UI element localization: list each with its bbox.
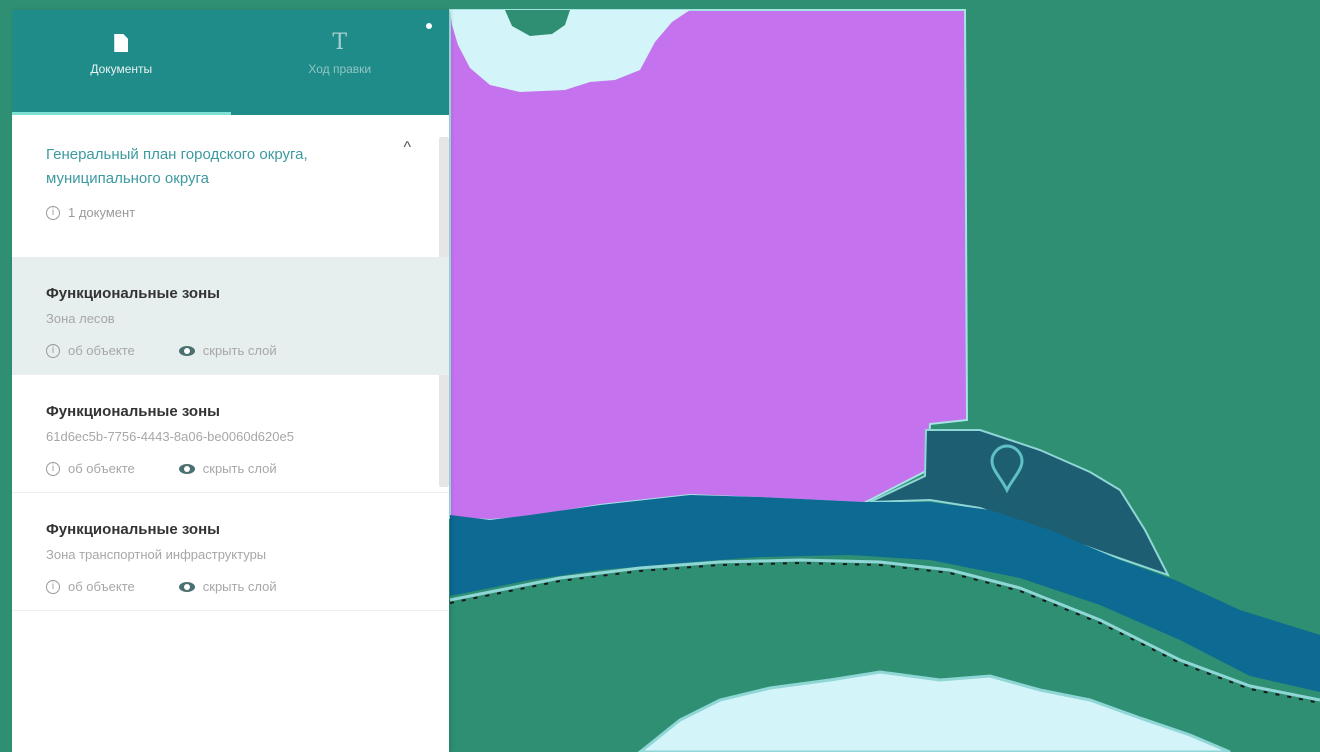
notification-dot-icon bbox=[423, 20, 435, 32]
document-info-label: 1 документ bbox=[68, 205, 136, 220]
info-icon: i bbox=[46, 343, 60, 358]
item-title: Функциональные зоны bbox=[46, 403, 220, 420]
hide-layer-button[interactable]: скрыть слой bbox=[178, 343, 277, 358]
about-object-label: об объекте bbox=[68, 579, 135, 594]
tab-documents-label: Документы bbox=[90, 62, 153, 76]
tab-text-label: Ход правки bbox=[308, 62, 372, 76]
hide-layer-label: скрыть слой bbox=[202, 579, 277, 594]
list-item[interactable]: Функциональные зоны 61d6ec5b-7756-4443-8… bbox=[12, 375, 449, 493]
tab-documents[interactable]: Документы bbox=[12, 10, 231, 115]
item-actions: i об объекте скрыть слой bbox=[46, 461, 399, 476]
eye-icon bbox=[178, 345, 195, 356]
sidebar-tabs: Документы T Ход правки bbox=[12, 10, 449, 115]
item-subtitle: Зона транспортной инфраструктуры bbox=[46, 547, 267, 562]
document-title[interactable]: Генеральный план городского округа, муни… bbox=[46, 143, 346, 191]
hide-layer-label: скрыть слой bbox=[202, 343, 277, 358]
about-object-button[interactable]: i об объекте bbox=[46, 461, 135, 476]
about-object-button[interactable]: i об объекте bbox=[46, 579, 135, 594]
document-icon bbox=[114, 34, 129, 52]
hide-layer-label: скрыть слой bbox=[202, 461, 277, 476]
item-title: Функциональные зоны bbox=[46, 285, 220, 302]
eye-icon bbox=[178, 463, 195, 474]
about-object-label: об объекте bbox=[68, 461, 135, 476]
about-object-button[interactable]: i об объекте bbox=[46, 343, 135, 358]
eye-icon bbox=[178, 581, 195, 592]
about-object-label: об объекте bbox=[68, 343, 135, 358]
document-info[interactable]: i 1 документ bbox=[46, 205, 389, 220]
hide-layer-button[interactable]: скрыть слой bbox=[178, 461, 277, 476]
document-section: Генеральный план городского округа, муни… bbox=[12, 115, 449, 257]
text-icon: T bbox=[332, 30, 348, 55]
info-icon: i bbox=[46, 205, 60, 220]
list-item[interactable]: Функциональные зоны Зона лесов i об объе… bbox=[12, 257, 449, 375]
tab-text[interactable]: T Ход правки bbox=[231, 10, 450, 115]
item-actions: i об объекте скрыть слой bbox=[46, 579, 399, 594]
info-icon: i bbox=[46, 579, 60, 594]
item-actions: i об объекте скрыть слой bbox=[46, 343, 399, 358]
list-item[interactable]: Функциональные зоны Зона транспортной ин… bbox=[12, 493, 449, 611]
sidebar: Документы T Ход правки Генеральный план … bbox=[12, 10, 449, 752]
item-subtitle: 61d6ec5b-7756-4443-8a06-be0060d620e5 bbox=[46, 429, 294, 444]
info-icon: i bbox=[46, 461, 60, 476]
layer-list-panel: Генеральный план городского округа, муни… bbox=[12, 115, 449, 752]
hide-layer-button[interactable]: скрыть слой bbox=[178, 579, 277, 594]
item-title: Функциональные зоны bbox=[46, 521, 220, 538]
collapse-chevron-icon[interactable]: ^ bbox=[403, 139, 411, 157]
item-subtitle: Зона лесов bbox=[46, 311, 115, 326]
